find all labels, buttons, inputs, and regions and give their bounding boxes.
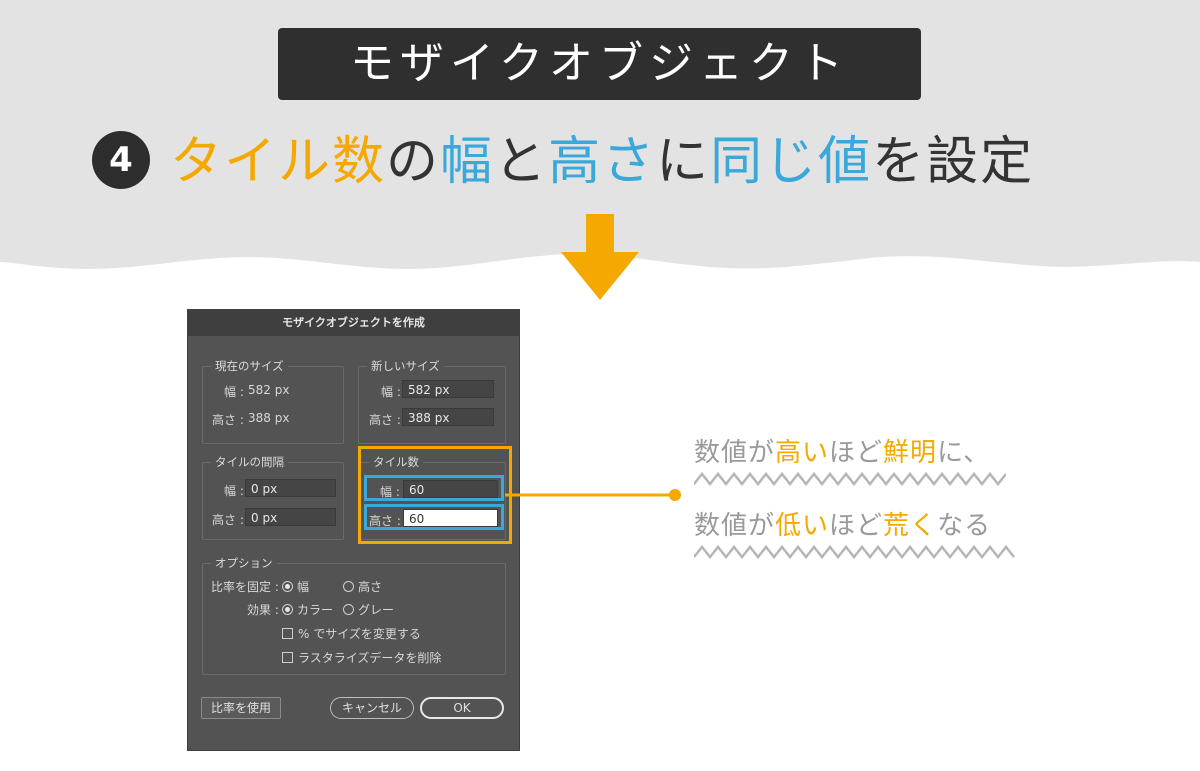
subtitle-part: 幅	[440, 132, 495, 192]
new-size-label: 新しいサイズ	[367, 358, 444, 374]
constrain-height-text: 高さ	[358, 580, 383, 594]
subtitle-part: タイル数	[170, 132, 387, 192]
callout-connector	[505, 489, 681, 501]
callout-part: ほど	[829, 438, 884, 468]
current-size-group: 現在のサイズ	[202, 358, 344, 444]
radio-off-icon	[343, 581, 354, 592]
callout-part: に、	[937, 438, 991, 468]
subtitle-part: を設定	[872, 132, 1035, 192]
callout-line-2: 数値が低いほど荒くなる	[694, 505, 991, 542]
constrain-label: 比率を固定 :	[211, 580, 279, 594]
new-height-label: 高さ :	[369, 413, 401, 427]
callout-part: 数値が	[694, 511, 776, 541]
page-title: モザイクオブジェクト	[278, 28, 921, 100]
callout-part: なる	[937, 511, 992, 541]
constrain-height-radio[interactable]: 高さ	[343, 578, 382, 595]
effect-color-radio[interactable]: カラー	[282, 601, 333, 618]
delete-raster-checkbox[interactable]: ラスタライズデータを削除	[282, 649, 441, 666]
callout-line-1: 数値が高いほど鮮明に、	[694, 432, 990, 469]
resize-percent-text: % でサイズを変更する	[298, 627, 421, 641]
callout-part: ほど	[829, 511, 884, 541]
effect-gray-text: グレー	[358, 603, 395, 617]
new-width-label: 幅 :	[381, 385, 401, 399]
height-highlight	[364, 504, 504, 530]
current-size-label: 現在のサイズ	[211, 358, 288, 374]
zigzag-line-1	[694, 471, 1006, 487]
new-height-input[interactable]: 388 px	[402, 408, 494, 426]
effect-gray-radio[interactable]: グレー	[343, 601, 394, 618]
tile-spacing-group: タイルの間隔	[202, 454, 344, 540]
width-highlight	[364, 475, 504, 501]
subtitle-part: と	[494, 132, 549, 192]
delete-raster-text: ラスタライズデータを削除	[298, 651, 442, 665]
resize-percent-checkbox[interactable]: % でサイズを変更する	[282, 625, 421, 642]
dialog-title: モザイクオブジェクトを作成	[188, 310, 519, 336]
effect-color-text: カラー	[297, 603, 334, 617]
options-label: オプション	[211, 555, 277, 571]
spacing-width-label: 幅 :	[224, 484, 244, 498]
current-width-label: 幅 :	[224, 385, 244, 399]
subtitle-part: に	[656, 132, 711, 192]
callout-part: 鮮明	[883, 438, 938, 468]
use-ratio-button[interactable]: 比率を使用	[201, 697, 281, 719]
current-height-value: 388 px	[248, 411, 290, 425]
callout-part: 高い	[775, 438, 830, 468]
subtitle-part: 高さ	[548, 132, 657, 192]
step-number-badge: 4	[92, 131, 150, 189]
effect-label: 効果 :	[247, 603, 279, 617]
radio-on-icon	[282, 604, 293, 615]
down-arrow-icon	[561, 214, 639, 300]
spacing-width-input[interactable]: 0 px	[245, 479, 336, 497]
new-width-input[interactable]: 582 px	[402, 380, 494, 398]
callout-part: 数値が	[694, 438, 776, 468]
radio-on-icon	[282, 581, 293, 592]
subtitle-part: の	[386, 132, 441, 192]
spacing-height-input[interactable]: 0 px	[245, 508, 336, 526]
callout-part: 低い	[775, 511, 830, 541]
constrain-width-text: 幅	[297, 580, 310, 594]
checkbox-icon	[282, 628, 293, 639]
current-height-label: 高さ :	[212, 413, 244, 427]
current-width-value: 582 px	[248, 383, 290, 397]
constrain-width-radio[interactable]: 幅	[282, 578, 309, 595]
radio-off-icon	[343, 604, 354, 615]
spacing-height-label: 高さ :	[212, 513, 244, 527]
checkbox-icon	[282, 652, 293, 663]
subtitle-part: 同じ値	[710, 132, 873, 192]
callout-part: 荒く	[883, 511, 938, 541]
tile-spacing-label: タイルの間隔	[211, 454, 288, 470]
cancel-button[interactable]: キャンセル	[330, 697, 414, 719]
ok-button[interactable]: OK	[420, 697, 504, 719]
step-subtitle: 4 タイル数の幅と高さに同じ値を設定	[92, 122, 1132, 202]
zigzag-line-2	[694, 544, 1015, 560]
mosaic-dialog: モザイクオブジェクトを作成 現在のサイズ 幅 : 582 px 高さ : 388…	[187, 309, 520, 751]
new-size-group: 新しいサイズ	[358, 358, 506, 444]
